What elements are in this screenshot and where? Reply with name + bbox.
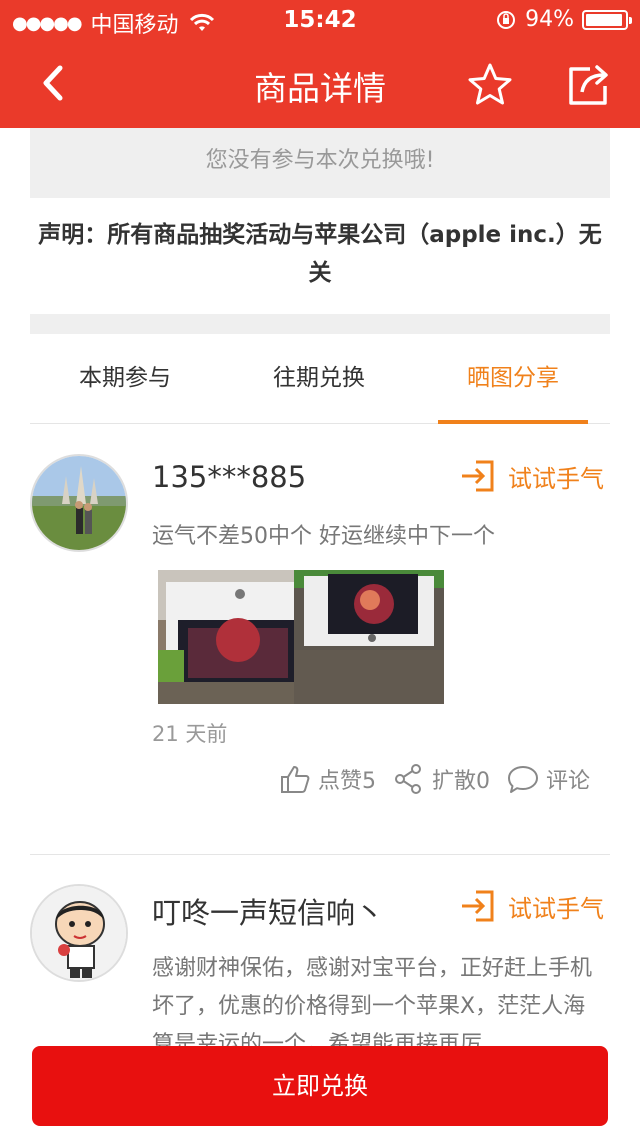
participation-notice: 您没有参与本次兑换哦!: [30, 128, 610, 198]
post-time: 21 天前: [152, 722, 228, 746]
header-bar: ●●●●● 中国移动 15:42 94% 商品详情: [0, 0, 640, 128]
tab-past-exchanges[interactable]: 往期兑换: [244, 334, 394, 424]
thumbs-up-icon: [280, 766, 310, 793]
username: 135***885: [152, 460, 307, 494]
username: 叮咚一声短信响丶: [152, 896, 385, 930]
battery-percent: 94%: [525, 7, 574, 32]
share-spread-button[interactable]: 扩散0: [392, 762, 490, 796]
like-button[interactable]: 点赞5: [278, 762, 376, 796]
share-nodes-icon: [394, 764, 421, 794]
battery-fill: [586, 13, 622, 26]
enter-icon: [462, 460, 494, 492]
post-content: 运气不差50中个 好运继续中下一个: [152, 524, 495, 549]
post-photo[interactable]: [294, 570, 444, 704]
share-label: 扩散0: [431, 769, 490, 794]
comment-icon: [507, 766, 538, 793]
exchange-now-button[interactable]: 立即兑换: [32, 1046, 608, 1126]
try-luck-label: 试试手气: [508, 894, 604, 923]
comment-label: 评论: [545, 769, 590, 794]
page-title: 商品详情: [254, 69, 386, 108]
try-luck-button[interactable]: 试试手气: [458, 456, 604, 496]
photo-gallery: [158, 570, 444, 704]
nav-bar: 商品详情: [0, 40, 640, 128]
post-actions: 点赞5 扩散0 评论: [278, 762, 590, 796]
try-luck-button[interactable]: 试试手气: [458, 886, 604, 926]
try-luck-label: 试试手气: [508, 464, 604, 493]
status-bar: ●●●●● 中国移动 15:42 94%: [0, 0, 640, 40]
comment-button[interactable]: 评论: [506, 762, 590, 796]
rotation-lock-icon: [497, 10, 516, 29]
battery-icon: [582, 9, 632, 30]
disclaimer-text: 声明：所有商品抽奖活动与苹果公司（apple inc.）无关: [38, 222, 602, 286]
post-item: 叮咚一声短信响丶 试试手气 感谢财神保佑，感谢对宝平台，正好赶上手机坏了，优惠的…: [30, 884, 610, 1046]
post-content: 感谢财神保佑，感谢对宝平台，正好赶上手机坏了，优惠的价格得到一个苹果X，茫茫人海…: [152, 956, 593, 1046]
favorite-star-icon[interactable]: [462, 58, 518, 114]
like-label: 点赞5: [317, 769, 376, 794]
tab-photo-sharing[interactable]: 晒图分享: [438, 334, 588, 424]
enter-icon: [462, 890, 494, 922]
post-photo[interactable]: [158, 570, 294, 704]
avatar[interactable]: [30, 454, 128, 552]
tab-bar: 本期参与 往期兑换 晒图分享: [30, 334, 610, 424]
tab-current-participation[interactable]: 本期参与: [50, 334, 200, 424]
avatar[interactable]: [30, 884, 128, 982]
share-icon[interactable]: [560, 58, 616, 114]
section-divider: [30, 314, 610, 334]
post-divider: [30, 854, 610, 855]
